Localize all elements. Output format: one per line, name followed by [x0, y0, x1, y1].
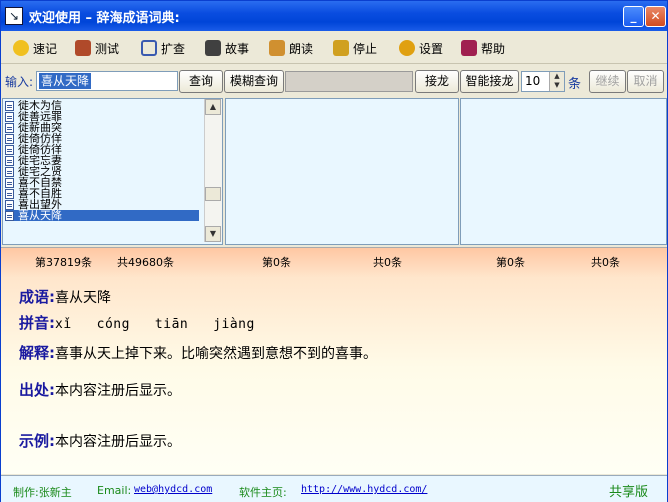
- document-icon: [5, 155, 14, 166]
- toolbar-sujì-button[interactable]: 速记: [13, 39, 57, 57]
- document-icon: [5, 144, 14, 155]
- app-window: ↘ 欢迎使用 – 辞海成语词典: _ ✕ 速记 测试 扩查 故事 朗读 停止 设…: [0, 0, 668, 502]
- result-panels: 徙木为信 徙善远罪 徙薪曲突 徙倚仿佯 徙倚彷徉 徙宅忘妻 徙宅之贤 喜不自禁 …: [1, 97, 667, 245]
- document-icon: [5, 111, 14, 122]
- meaning-row: 解释:喜事从天上掉下来。比喻突然遇到意想不到的喜事。: [19, 344, 377, 362]
- search-row: 输入: 喜从天降 查询 模糊查询 接龙 智能接龙 10 ▲ ▼ 条 继续 取消: [1, 65, 667, 95]
- tank-icon: [75, 40, 91, 56]
- homepage-link[interactable]: http://www.hydcd.com/: [301, 484, 427, 495]
- toolbar-extend-button[interactable]: 扩查: [141, 39, 185, 57]
- help-book-icon: [461, 40, 477, 56]
- gear-icon: [399, 40, 415, 56]
- document-icon: [5, 122, 14, 133]
- scroll-down-arrow[interactable]: ▼: [205, 226, 221, 242]
- list-scrollbar[interactable]: ▲ ▼: [204, 99, 222, 242]
- cancel-button[interactable]: 取消: [627, 70, 664, 93]
- count-unit: 条: [568, 77, 582, 92]
- idiom-row: 成语:喜从天降: [19, 288, 111, 306]
- progress-box: [285, 71, 413, 92]
- input-label: 输入:: [5, 75, 34, 89]
- document-icon: [5, 188, 14, 199]
- scroll-up-arrow[interactable]: ▲: [205, 99, 221, 115]
- document-icon: [5, 133, 14, 144]
- search-input[interactable]: 喜从天降: [36, 71, 178, 91]
- close-button[interactable]: ✕: [645, 6, 666, 27]
- app-icon[interactable]: ↘: [5, 7, 23, 25]
- smart-chain-button[interactable]: 智能接龙: [460, 70, 519, 93]
- pinyin-row: 拼音:xǐ cóng tiān jiàng: [19, 314, 255, 332]
- total-count: 共49680条: [117, 256, 174, 269]
- list-item-selected[interactable]: 喜从天降: [5, 210, 199, 221]
- window-title: 欢迎使用 – 辞海成语词典:: [29, 11, 180, 26]
- source-row: 出处:本内容注册后显示。: [19, 381, 181, 399]
- chain-panel[interactable]: [225, 98, 459, 245]
- panel3-current: 第0条: [496, 256, 525, 269]
- smiley-icon: [13, 40, 29, 56]
- ruler-icon: [141, 40, 157, 56]
- smart-chain-panel[interactable]: [460, 98, 667, 245]
- idiom-list-panel: 徙木为信 徙善远罪 徙薪曲突 徙倚仿佯 徙倚彷徉 徙宅忘妻 徙宅之贤 喜不自禁 …: [2, 98, 223, 245]
- toolbar-test-button[interactable]: 测试: [75, 39, 119, 57]
- author-text: 制作:张新主: [13, 486, 72, 499]
- detail-panel: 第37819条 共49680条 第0条 共0条 第0条 共0条 成语:喜从天降 …: [1, 247, 667, 474]
- document-icon: [5, 166, 14, 177]
- homepage-label: 软件主页:: [239, 486, 287, 499]
- toolbar-story-button[interactable]: 故事: [205, 39, 249, 57]
- toolbar-read-button[interactable]: 朗读: [269, 39, 313, 57]
- document-icon: [5, 177, 14, 188]
- idiom-list[interactable]: 徙木为信 徙善远罪 徙薪曲突 徙倚仿佯 徙倚彷徉 徙宅忘妻 徙宅之贤 喜不自禁 …: [5, 100, 199, 240]
- stepper-arrows[interactable]: ▲ ▼: [549, 72, 564, 91]
- example-row: 示例:本内容注册后显示。: [19, 432, 181, 450]
- query-button[interactable]: 查询: [179, 70, 223, 93]
- panel3-total: 共0条: [591, 256, 620, 269]
- panel2-current: 第0条: [262, 256, 291, 269]
- edition-label: 共享版: [609, 485, 649, 500]
- fuzzy-query-button[interactable]: 模糊查询: [224, 70, 284, 93]
- book-icon: [205, 40, 221, 56]
- count-stepper[interactable]: 10 ▲ ▼: [521, 71, 565, 92]
- email-link[interactable]: web@hydcd.com: [134, 484, 212, 495]
- status-bar: 制作:张新主 Email: web@hydcd.com 软件主页: http:/…: [1, 475, 667, 502]
- speaker-icon: [269, 40, 285, 56]
- document-icon: [5, 100, 14, 111]
- toolbar-help-button[interactable]: 帮助: [461, 39, 505, 57]
- panel2-total: 共0条: [373, 256, 402, 269]
- email-label: Email:: [97, 484, 132, 497]
- chain-button[interactable]: 接龙: [415, 70, 459, 93]
- document-icon: [5, 210, 14, 221]
- count-bar: 第37819条 共49680条 第0条 共0条 第0条 共0条: [1, 254, 667, 269]
- stop-icon: [333, 40, 349, 56]
- minimize-button[interactable]: _: [623, 6, 644, 27]
- toolbar: 速记 测试 扩查 故事 朗读 停止 设置 帮助: [1, 31, 667, 64]
- title-bar[interactable]: ↘ 欢迎使用 – 辞海成语词典: _ ✕: [1, 1, 667, 31]
- scroll-thumb[interactable]: [205, 187, 221, 201]
- toolbar-stop-button[interactable]: 停止: [333, 39, 377, 57]
- toolbar-settings-button[interactable]: 设置: [399, 39, 443, 57]
- continue-button[interactable]: 继续: [589, 70, 626, 93]
- current-index: 第37819条: [35, 256, 92, 269]
- document-icon: [5, 199, 14, 210]
